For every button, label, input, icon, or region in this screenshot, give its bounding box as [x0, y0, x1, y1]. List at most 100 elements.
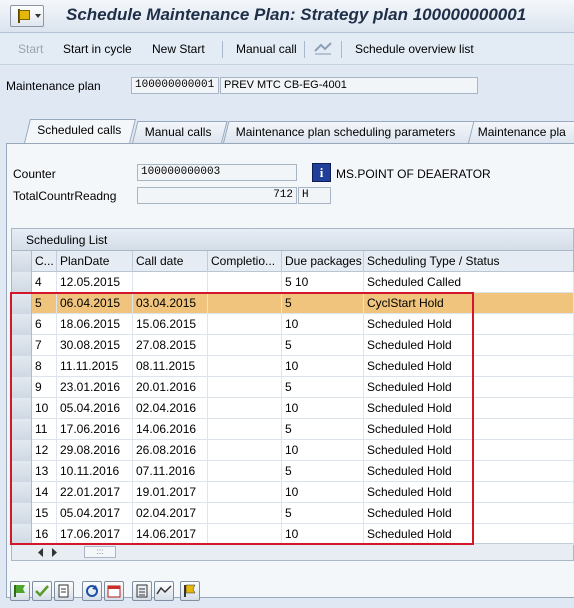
cell-due-packages[interactable]: 5 — [282, 419, 364, 440]
table-row[interactable]: 13 10.11.2016 07.11.2016 5 Scheduled Hold — [12, 461, 574, 482]
cell-scheduling-type[interactable]: Scheduled Hold — [364, 419, 574, 440]
cell-plan-date[interactable]: 17.06.2016 — [57, 419, 133, 440]
cell-completion[interactable] — [208, 503, 282, 524]
cell-due-packages[interactable]: 5 10 — [282, 272, 364, 293]
tab-scheduling-parameters[interactable]: Maintenance plan scheduling parameters — [223, 121, 475, 143]
cell-counter[interactable]: 14 — [32, 482, 57, 503]
cell-due-packages[interactable]: 10 — [282, 524, 364, 545]
cell-call-date[interactable]: 15.06.2015 — [133, 314, 208, 335]
row-selector[interactable] — [12, 272, 32, 293]
cell-call-date[interactable] — [133, 272, 208, 293]
cell-due-packages[interactable]: 10 — [282, 440, 364, 461]
cell-counter[interactable]: 10 — [32, 398, 57, 419]
cell-counter[interactable]: 16 — [32, 524, 57, 545]
flag-icon[interactable] — [180, 581, 200, 601]
cell-plan-date[interactable]: 17.06.2017 — [57, 524, 133, 545]
cell-scheduling-type[interactable]: Scheduled Hold — [364, 377, 574, 398]
cell-completion[interactable] — [208, 335, 282, 356]
cell-call-date[interactable]: 19.01.2017 — [133, 482, 208, 503]
cell-scheduling-type[interactable]: Scheduled Hold — [364, 440, 574, 461]
table-row[interactable]: 9 23.01.2016 20.01.2016 5 Scheduled Hold — [12, 377, 574, 398]
cell-call-date[interactable]: 02.04.2016 — [133, 398, 208, 419]
col-header-plan-date[interactable]: PlanDate — [57, 251, 133, 272]
row-selector[interactable] — [12, 482, 32, 503]
cell-scheduling-type[interactable]: Scheduled Called — [364, 272, 574, 293]
cell-call-date[interactable]: 02.04.2017 — [133, 503, 208, 524]
cell-completion[interactable] — [208, 461, 282, 482]
cell-completion[interactable] — [208, 419, 282, 440]
row-selector[interactable] — [12, 356, 32, 377]
table-row[interactable]: 5 06.04.2015 03.04.2015 5 CyclStart Hold — [12, 293, 574, 314]
table-row[interactable]: 12 29.08.2016 26.08.2016 10 Scheduled Hold — [12, 440, 574, 461]
cell-plan-date[interactable]: 23.01.2016 — [57, 377, 133, 398]
refresh-icon[interactable] — [82, 581, 102, 601]
cell-due-packages[interactable]: 10 — [282, 314, 364, 335]
fix-call-icon[interactable] — [32, 581, 52, 601]
cell-counter[interactable]: 6 — [32, 314, 57, 335]
cell-completion[interactable] — [208, 293, 282, 314]
cell-completion[interactable] — [208, 272, 282, 293]
calculator-icon[interactable] — [132, 581, 152, 601]
cell-counter[interactable]: 12 — [32, 440, 57, 461]
table-row[interactable]: 11 17.06.2016 14.06.2016 5 Scheduled Hold — [12, 419, 574, 440]
row-selector[interactable] — [12, 293, 32, 314]
cell-counter[interactable]: 5 — [32, 293, 57, 314]
row-selector[interactable] — [12, 314, 32, 335]
cell-plan-date[interactable]: 12.05.2015 — [57, 272, 133, 293]
table-row[interactable]: 16 17.06.2017 14.06.2017 10 Scheduled Hold — [12, 524, 574, 545]
start-button[interactable]: Start — [18, 42, 43, 56]
cell-call-date[interactable]: 26.08.2016 — [133, 440, 208, 461]
manual-call-button[interactable]: Manual call — [236, 42, 297, 56]
skip-call-icon[interactable] — [54, 581, 74, 601]
table-row[interactable]: 8 11.11.2015 08.11.2015 10 Scheduled Hold — [12, 356, 574, 377]
cell-completion[interactable] — [208, 398, 282, 419]
cell-due-packages[interactable]: 10 — [282, 482, 364, 503]
row-selector[interactable] — [12, 461, 32, 482]
cell-scheduling-type[interactable]: Scheduled Hold — [364, 314, 574, 335]
col-header-due-packages[interactable]: Due packages — [282, 251, 364, 272]
tab-scheduled-calls[interactable]: Scheduled calls — [24, 119, 136, 143]
cell-call-date[interactable]: 20.01.2016 — [133, 377, 208, 398]
cell-plan-date[interactable]: 11.11.2015 — [57, 356, 133, 377]
select-all-button[interactable] — [12, 251, 32, 272]
cell-completion[interactable] — [208, 377, 282, 398]
cell-scheduling-type[interactable]: CyclStart Hold — [364, 293, 574, 314]
cell-completion[interactable] — [208, 440, 282, 461]
table-row[interactable]: 6 18.06.2015 15.06.2015 10 Scheduled Hold — [12, 314, 574, 335]
cell-counter[interactable]: 11 — [32, 419, 57, 440]
cell-plan-date[interactable]: 05.04.2017 — [57, 503, 133, 524]
cell-counter[interactable]: 7 — [32, 335, 57, 356]
maintenance-plan-field[interactable]: 100000000001 — [131, 77, 219, 94]
cell-due-packages[interactable]: 5 — [282, 377, 364, 398]
cell-plan-date[interactable]: 30.08.2015 — [57, 335, 133, 356]
row-selector[interactable] — [12, 503, 32, 524]
cell-due-packages[interactable]: 10 — [282, 398, 364, 419]
cell-counter[interactable]: 4 — [32, 272, 57, 293]
row-selector[interactable] — [12, 440, 32, 461]
calendar-icon[interactable] — [104, 581, 124, 601]
cell-completion[interactable] — [208, 356, 282, 377]
cell-plan-date[interactable]: 05.04.2016 — [57, 398, 133, 419]
info-icon[interactable]: i — [312, 163, 331, 182]
cell-counter[interactable]: 9 — [32, 377, 57, 398]
col-header-scheduling-type[interactable]: Scheduling Type / Status — [364, 251, 574, 272]
table-row[interactable]: 14 22.01.2017 19.01.2017 10 Scheduled Hold — [12, 482, 574, 503]
row-selector[interactable] — [12, 419, 32, 440]
cell-call-date[interactable]: 07.11.2016 — [133, 461, 208, 482]
system-menu-icon[interactable] — [10, 5, 44, 27]
cell-plan-date[interactable]: 22.01.2017 — [57, 482, 133, 503]
cell-scheduling-type[interactable]: Scheduled Hold — [364, 335, 574, 356]
cell-counter[interactable]: 15 — [32, 503, 57, 524]
horizontal-scrollbar[interactable]: ::: — [12, 543, 573, 560]
cell-plan-date[interactable]: 06.04.2015 — [57, 293, 133, 314]
counter-field[interactable]: 100000000003 — [137, 164, 297, 181]
cell-scheduling-type[interactable]: Scheduled Hold — [364, 356, 574, 377]
cell-call-date[interactable]: 14.06.2017 — [133, 524, 208, 545]
table-row[interactable]: 15 05.04.2017 02.04.2017 5 Scheduled Hold — [12, 503, 574, 524]
cell-due-packages[interactable]: 5 — [282, 335, 364, 356]
cell-completion[interactable] — [208, 482, 282, 503]
cell-due-packages[interactable]: 5 — [282, 293, 364, 314]
link-icon[interactable] — [312, 40, 334, 58]
cell-completion[interactable] — [208, 524, 282, 545]
tab-maintenance-plan[interactable]: Maintenance pla — [465, 121, 574, 143]
